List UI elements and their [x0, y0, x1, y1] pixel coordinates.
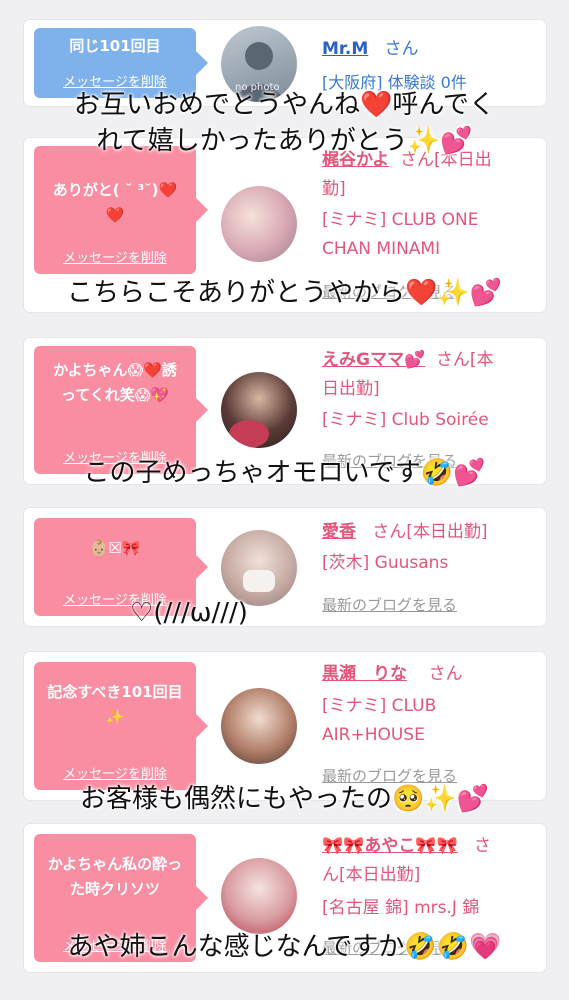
- name-line-2: 日出勤]: [322, 379, 380, 399]
- shop-line[interactable]: [ミナミ] Club Soirée: [322, 406, 536, 435]
- message-text: かよちゃん😱❤️誘ってくれ笑😱💖: [53, 361, 177, 404]
- name-line: 愛香 さん[本日出勤]: [322, 518, 536, 547]
- bubble-arrow: [196, 198, 208, 222]
- avatar[interactable]: [221, 530, 297, 606]
- user-name-link[interactable]: Mr.M: [322, 39, 368, 59]
- user-name-link[interactable]: 🎀🎀あやこ🎀🎀: [322, 836, 458, 856]
- shop-line[interactable]: [ミナミ] CLUB ONE: [322, 206, 536, 235]
- caption-overlay-1: お互いおめでとうやんね❤️呼んでく: [73, 90, 496, 120]
- shop-line[interactable]: [名古屋 錦] mrs.J 錦: [322, 894, 536, 923]
- message-text: 記念すべき101回目✨: [47, 683, 183, 726]
- avatar[interactable]: [221, 372, 297, 448]
- name-line: 黒瀬 りな さん: [322, 660, 536, 689]
- user-name-link[interactable]: えみGママ💕: [322, 350, 425, 370]
- shop-line[interactable]: [ミナミ] CLUB: [322, 692, 536, 721]
- caption-overlay-4: ♡(///ω///): [130, 598, 248, 628]
- user-name-link[interactable]: 黒瀬 りな: [322, 664, 407, 684]
- caption-overlay-5: お客様も偶然にもやったの🥺✨💕: [79, 784, 490, 814]
- message-card-5: 記念すべき101回目✨ メッセージを削除 黒瀬 りな さん [ミナミ] CLUB…: [24, 652, 546, 800]
- caption-overlay-2: こちらこそありがとうやから❤️✨💕: [66, 278, 503, 308]
- honorific: さん: [428, 664, 463, 684]
- bubble-arrow: [196, 51, 208, 75]
- avatar[interactable]: [221, 688, 297, 764]
- message-bubble: ありがと( ˘ ³˘)❤️❤️ メッセージを削除: [34, 146, 208, 274]
- honorific: さ: [473, 836, 491, 856]
- mask: [243, 570, 275, 592]
- name-line: 🎀🎀あやこ🎀🎀 さ: [322, 832, 536, 861]
- flower-decoration: [229, 420, 269, 448]
- avatar[interactable]: [221, 858, 297, 934]
- message-bubble: 記念すべき101回目✨ メッセージを削除: [34, 662, 208, 790]
- honorific: さん[本日出勤]: [372, 522, 488, 542]
- name-line: えみGママ💕 さん[本: [322, 346, 536, 375]
- name-line-2: ん[本日出勤]: [322, 865, 421, 885]
- avatar[interactable]: [221, 186, 297, 262]
- shop-line[interactable]: [茨木] Guusans: [322, 549, 536, 578]
- message-text: 同じ101回目: [69, 37, 161, 55]
- user-name-link[interactable]: 愛香: [322, 522, 356, 542]
- delete-message-link[interactable]: メッセージを削除: [34, 247, 196, 266]
- name-line-2: 勤]: [322, 179, 346, 199]
- caption-overlay-6: あや姉こんな感じなんですか🤣🤣💗: [67, 932, 502, 962]
- bubble-arrow: [196, 555, 208, 579]
- message-text: ありがと( ˘ ³˘)❤️❤️: [52, 181, 178, 224]
- message-bubble: かよちゃん😱❤️誘ってくれ笑😱💖 メッセージを削除: [34, 346, 208, 474]
- name-line: Mr.M さん: [322, 35, 536, 64]
- shop-line-2[interactable]: CHAN MINAMI: [322, 235, 536, 264]
- bubble-arrow: [196, 714, 208, 738]
- message-text: かよちゃん私の酔った時クリソツ: [47, 855, 183, 898]
- delete-message-link[interactable]: メッセージを削除: [34, 763, 196, 782]
- bubble-arrow: [196, 398, 208, 422]
- message-text: 👶🏼☒🎀: [89, 539, 141, 557]
- caption-overlay-3: この子めっちゃオモロいです🤣💕: [83, 458, 486, 488]
- honorific: さん: [384, 39, 419, 59]
- bubble-arrow: [196, 886, 208, 910]
- honorific: さん[本: [435, 350, 494, 370]
- caption-overlay-1-line2: れて嬉しかったありがとう✨💕: [96, 126, 473, 156]
- shop-line-2[interactable]: AIR+HOUSE: [322, 721, 536, 750]
